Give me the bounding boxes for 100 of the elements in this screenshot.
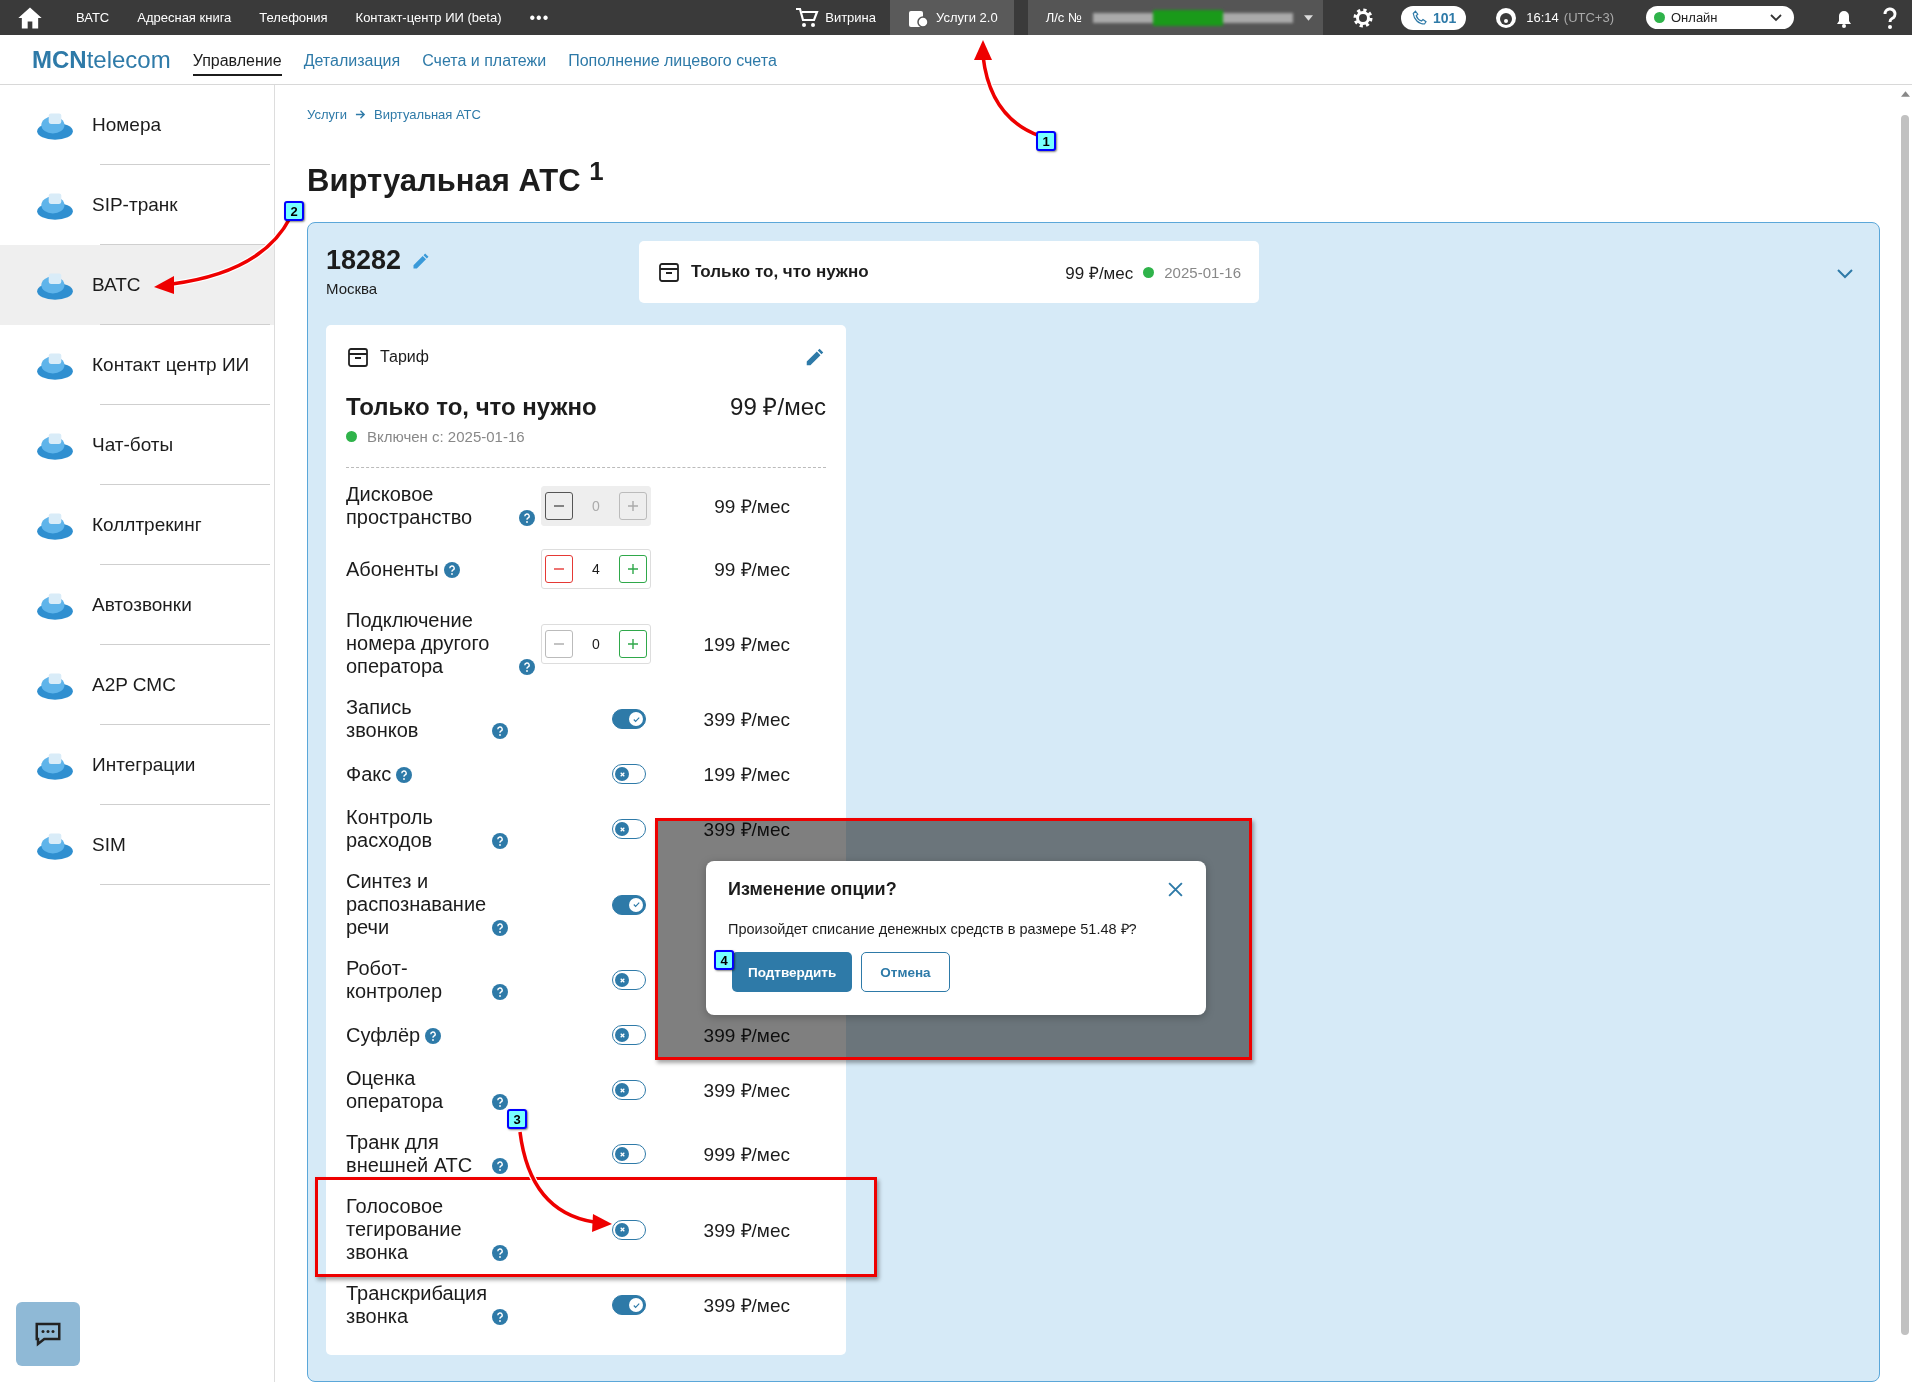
option-label: Синтез и распознавание речи: [346, 870, 487, 940]
status-select[interactable]: Онлайн: [1646, 6, 1794, 29]
quantity-value: 0: [592, 498, 600, 515]
minus-button[interactable]: [545, 555, 573, 584]
dialog-title: Изменение опции?: [728, 879, 897, 900]
toggle-switch[interactable]: [612, 1219, 646, 1240]
tariff-name: Только то, что нужно: [691, 262, 870, 283]
option-price: 399 ₽/мес: [703, 819, 790, 841]
toggle-switch[interactable]: [612, 1144, 646, 1165]
quantity-stepper[interactable]: 0: [541, 623, 651, 664]
sidebar-item[interactable]: Автозвонки: [0, 565, 274, 645]
city-label: Москва: [326, 280, 379, 298]
toggle-switch[interactable]: [612, 1025, 646, 1046]
timezone: (UTC+3): [1563, 10, 1614, 25]
toggle-switch[interactable]: [612, 970, 646, 991]
breadcrumb-link[interactable]: Виртуальная АТС: [374, 107, 481, 122]
tariff-name: Только то, что нужно: [346, 393, 598, 422]
option-label: Дисковое пространство: [346, 483, 474, 530]
quantity-value: 0: [592, 635, 600, 652]
nav-tab[interactable]: Детализация: [303, 43, 401, 76]
check-icon: [631, 1300, 641, 1310]
option-label: Оценка оператора: [346, 1067, 445, 1114]
toggle-switch[interactable]: [612, 709, 646, 730]
top-nav-link[interactable]: Адресная книга: [123, 10, 246, 25]
breadcrumb-link[interactable]: Услуги: [307, 107, 347, 122]
confirm-button[interactable]: Подтвердить: [732, 952, 853, 992]
calls-counter[interactable]: 101: [1400, 5, 1467, 30]
option-label: Голосовое тегирование звонка: [346, 1195, 463, 1265]
plus-button[interactable]: [619, 629, 647, 658]
plus-button[interactable]: [619, 555, 647, 584]
check-icon: [631, 714, 641, 724]
top-nav-link[interactable]: ВАТС: [62, 10, 124, 25]
option-label: Факс: [346, 762, 392, 786]
cancel-button[interactable]: Отмена: [861, 952, 950, 992]
tariff-price: 99 ₽/мес: [1065, 262, 1134, 284]
nav-tab[interactable]: Счета и платежи: [422, 43, 547, 76]
option-price: 199 ₽/мес: [703, 764, 790, 786]
sidebar-item[interactable]: Номера: [0, 85, 274, 165]
option-label: Робот-контролер: [346, 957, 444, 1004]
option-price: 399 ₽/мес: [703, 709, 790, 731]
sidebar-item[interactable]: Интеграции: [0, 725, 274, 805]
option-price: 399 ₽/мес: [703, 1025, 790, 1047]
option-price: 399 ₽/мес: [703, 1295, 790, 1317]
sidebar-item[interactable]: ВАТС: [0, 245, 274, 325]
option-label: Абоненты: [346, 557, 439, 581]
caret-icon: [1303, 14, 1313, 21]
step-marker: 3: [507, 1109, 527, 1129]
box-icon: [346, 345, 370, 370]
chevron-icon: [1770, 13, 1782, 22]
option-price: 99 ₽/мес: [714, 496, 790, 518]
scrollbar-thumb[interactable]: [1901, 115, 1909, 1335]
shop-link[interactable]: Витрина: [781, 5, 890, 30]
plus-icon: [627, 637, 639, 650]
sidebar-item[interactable]: A2P СМС: [0, 645, 274, 725]
toggle-switch[interactable]: [612, 1295, 646, 1316]
tariff-date: 2025-01-16: [1164, 263, 1241, 281]
close-icon[interactable]: [1167, 881, 1184, 898]
option-label: Подключение номера другого оператора: [346, 609, 491, 679]
plus-icon: [627, 563, 639, 576]
cart-icon: [795, 5, 820, 30]
step-marker: 4: [714, 950, 734, 970]
sidebar-item[interactable]: Контакт центр ИИ: [0, 325, 274, 405]
option-label: Транк для внешней АТС: [346, 1131, 474, 1178]
account-number: 18282: [326, 245, 402, 277]
option-price: 999 ₽/мес: [703, 1144, 790, 1166]
tariff-status: Включен с: 2025-01-16: [367, 428, 525, 446]
phone-icon: [1410, 8, 1429, 27]
dialog-message: Произойдет списание денежных средств в размере 51.48 ₽?: [728, 920, 1138, 938]
plus-icon: [627, 500, 639, 513]
tariff-price: 99 ₽/мес: [730, 392, 826, 423]
toggle-switch[interactable]: [612, 819, 646, 840]
logo[interactable]: MCNtelecom: [32, 45, 171, 74]
account-selector[interactable]: Л/с №: [1027, 0, 1323, 35]
sidebar-item[interactable]: SIP-транк: [0, 165, 274, 245]
option-label: Суфлёр: [346, 1023, 421, 1047]
quantity-value: 4: [592, 561, 600, 578]
top-nav-link[interactable]: Телефония: [245, 10, 342, 25]
sidebar-item[interactable]: SIM: [0, 805, 274, 885]
option-price: 99 ₽/мес: [714, 559, 790, 581]
box-icon: [657, 260, 681, 285]
toggle-switch[interactable]: [612, 764, 646, 785]
services-tab[interactable]: Услуги 2.0: [890, 0, 1014, 35]
toggle-switch[interactable]: [612, 894, 646, 915]
option-label: Запись звонков: [346, 696, 420, 743]
chevron-down-icon[interactable]: [1837, 269, 1853, 280]
top-nav-link[interactable]: Контакт-центр ИИ (beta): [341, 10, 516, 25]
page-title: Виртуальная АТС $^{1}$: [307, 156, 605, 201]
nav-tab[interactable]: Управление: [192, 43, 282, 76]
check-icon: [631, 900, 641, 910]
step-marker: 1: [1036, 131, 1056, 151]
nav-tab[interactable]: Пополнение лицевого счета: [568, 43, 777, 76]
chat-button[interactable]: [16, 1302, 80, 1366]
sidebar-item[interactable]: Чат-боты: [0, 405, 274, 485]
scroll-up-icon[interactable]: [1900, 91, 1910, 97]
arrow-right-icon: [355, 109, 366, 120]
sidebar-item[interactable]: Коллтрекинг: [0, 485, 274, 565]
more-button[interactable]: •••: [515, 8, 564, 27]
option-label: Контроль расходов: [346, 806, 434, 853]
quantity-stepper[interactable]: 4: [541, 549, 651, 590]
toggle-switch[interactable]: [612, 1080, 646, 1101]
